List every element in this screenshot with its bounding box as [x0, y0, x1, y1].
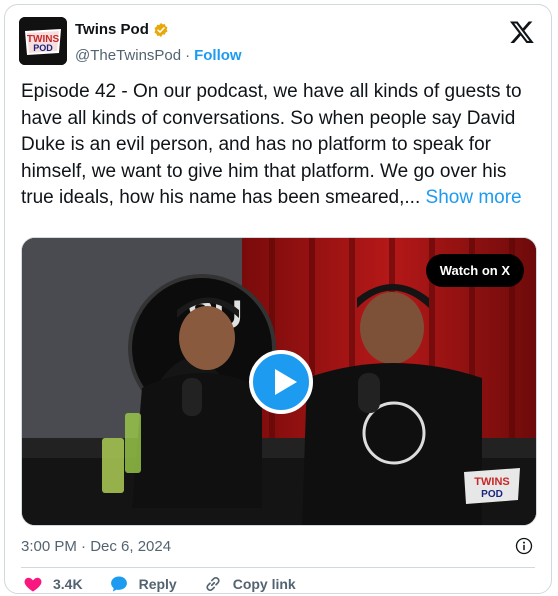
- avatar-text-2: POD: [33, 43, 53, 53]
- reply-label: Reply: [138, 576, 177, 592]
- watermark-text-2: POD: [481, 489, 503, 500]
- handle[interactable]: @TheTwinsPod: [75, 47, 181, 64]
- likes-count: 3.4K: [53, 576, 83, 592]
- info-icon[interactable]: [515, 537, 533, 555]
- watermark-text-1: TWINS: [474, 476, 509, 488]
- video-player[interactable]: SU TWINS POD Watch on X: [21, 237, 537, 526]
- tweet-card: TWINS POD Twins Pod @TheTwinsPod · Follo…: [4, 4, 552, 594]
- play-icon[interactable]: [249, 350, 313, 414]
- handle-row: @TheTwinsPod · Follow: [75, 47, 242, 64]
- follow-button[interactable]: Follow: [194, 47, 242, 64]
- tweet-text: Episode 42 - On our podcast, we have all…: [21, 79, 537, 212]
- link-icon: [206, 576, 220, 592]
- timestamp[interactable]: 3:00 PM · Dec 6, 2024: [21, 538, 171, 555]
- avatar[interactable]: TWINS POD: [19, 17, 67, 65]
- divider: [21, 567, 535, 568]
- reply-button[interactable]: Reply: [109, 574, 177, 593]
- x-logo-icon[interactable]: [509, 19, 535, 45]
- copy-link-button[interactable]: Copy link: [203, 574, 296, 593]
- separator: ·: [185, 47, 191, 64]
- name-row: Twins Pod: [75, 21, 169, 38]
- display-name[interactable]: Twins Pod: [75, 21, 149, 38]
- action-bar: 3.4K Reply Copy link: [23, 574, 322, 593]
- copy-link-label: Copy link: [232, 576, 296, 592]
- watch-on-x-button[interactable]: Watch on X: [425, 254, 524, 287]
- heart-icon: [24, 577, 42, 592]
- verified-badge-icon: [154, 22, 168, 37]
- show-more-link[interactable]: Show more: [426, 187, 522, 208]
- reply-icon: [110, 576, 127, 592]
- like-button[interactable]: 3.4K: [23, 574, 83, 593]
